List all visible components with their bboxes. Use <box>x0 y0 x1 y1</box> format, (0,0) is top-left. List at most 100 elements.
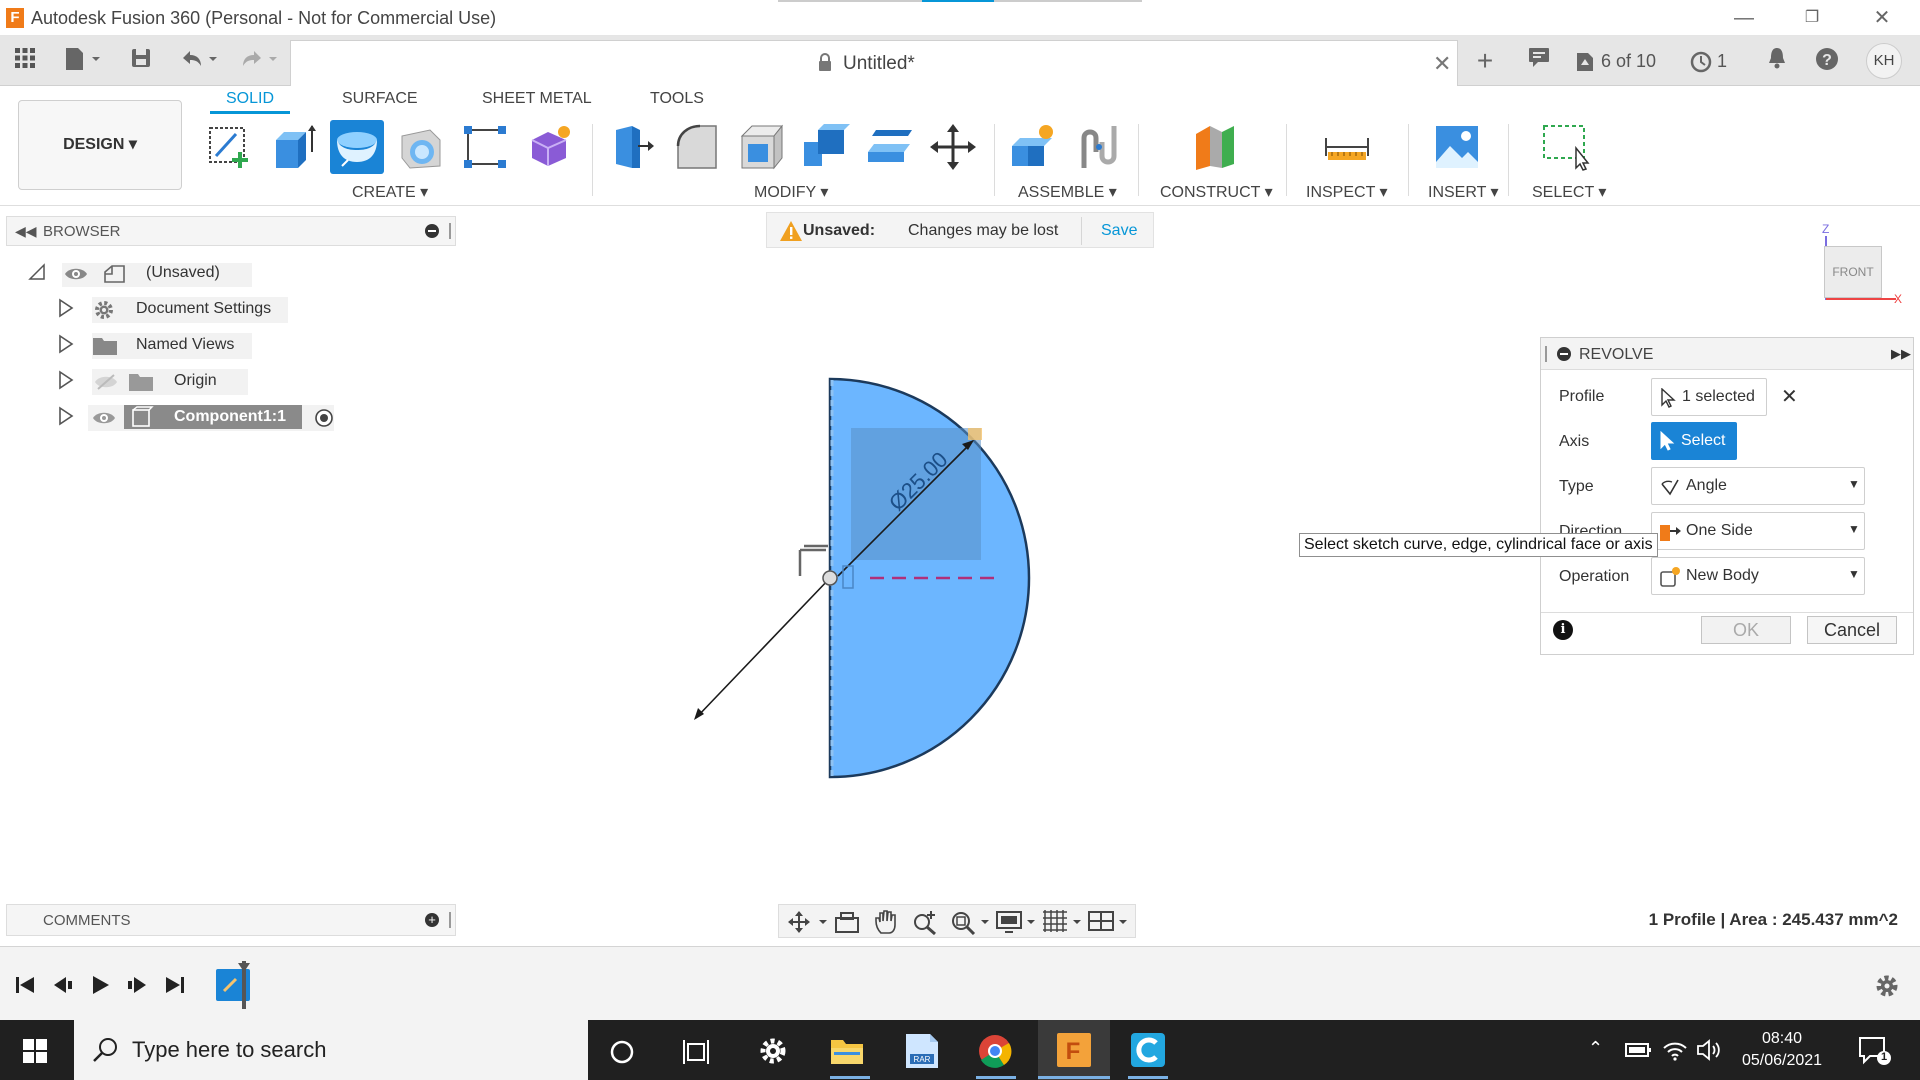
select-group-label[interactable]: SELECT ▾ <box>1532 182 1606 202</box>
move-icon[interactable] <box>928 122 978 172</box>
inspect-group-label[interactable]: INSPECT ▾ <box>1306 182 1388 202</box>
panel-drag-handle[interactable] <box>449 912 451 928</box>
job-status[interactable]: 6 of 10 <box>1574 46 1664 76</box>
task-view-icon[interactable] <box>682 1038 710 1066</box>
close-window-button[interactable]: ✕ <box>1854 2 1910 34</box>
shell-icon[interactable] <box>736 122 786 172</box>
panel-drag-handle[interactable] <box>449 223 451 239</box>
measure-icon[interactable] <box>1322 122 1372 172</box>
timeline-sketch-feature-icon[interactable] <box>212 961 256 1009</box>
wifi-icon[interactable] <box>1662 1038 1688 1062</box>
apps-grid-icon[interactable] <box>10 46 40 76</box>
grid-settings-icon[interactable] <box>1041 909 1085 935</box>
winrar-icon[interactable]: RAR <box>904 1032 940 1070</box>
orbit-icon[interactable] <box>787 910 831 934</box>
cortana-icon[interactable] <box>608 1038 636 1066</box>
sweep-icon[interactable] <box>396 122 446 172</box>
browser-item-document-settings[interactable]: Document Settings <box>20 294 290 323</box>
volume-icon[interactable] <box>1696 1038 1724 1062</box>
taskbar-search-box[interactable]: Type here to search <box>74 1020 588 1080</box>
minimize-button[interactable]: — <box>1716 2 1772 34</box>
notice-save-link[interactable]: Save <box>1101 222 1137 240</box>
look-at-icon[interactable] <box>833 910 861 934</box>
comments-panel[interactable]: COMMENTS + <box>6 904 456 936</box>
offset-face-icon[interactable] <box>864 122 914 172</box>
expand-triangle-icon[interactable] <box>58 334 74 359</box>
notifications-bell-icon[interactable] <box>1762 46 1792 76</box>
collapse-triangle-icon[interactable] <box>28 263 46 286</box>
restore-button[interactable]: ❐ <box>1784 2 1840 34</box>
pan-hand-icon[interactable] <box>873 909 901 935</box>
viewports-icon[interactable] <box>1087 909 1131 935</box>
history-clock[interactable]: 1 <box>1690 46 1734 76</box>
document-tab[interactable]: Untitled* ✕ <box>290 40 1458 86</box>
create-sketch-icon[interactable] <box>204 122 254 172</box>
activate-radio-icon[interactable] <box>314 408 334 433</box>
clear-profile-icon[interactable]: ✕ <box>1781 384 1798 409</box>
timeline-last-icon[interactable] <box>164 975 186 995</box>
insert-image-icon[interactable] <box>1432 122 1482 172</box>
help-icon[interactable]: ? <box>1812 46 1842 76</box>
visibility-eye-icon[interactable] <box>64 265 88 288</box>
close-tab-icon[interactable]: ✕ <box>1433 51 1451 77</box>
tab-sheet-metal[interactable]: SHEET METAL <box>482 90 592 108</box>
expand-triangle-icon[interactable] <box>58 298 74 323</box>
taskbar-clock[interactable]: 08:40 05/06/2021 <box>1736 1028 1828 1072</box>
timeline-play-icon[interactable] <box>90 975 112 995</box>
ok-button[interactable]: OK <box>1701 616 1791 644</box>
fusion-360-taskbar-icon[interactable]: F <box>1056 1032 1092 1068</box>
press-pull-icon[interactable] <box>608 122 658 172</box>
insert-group-label[interactable]: INSERT ▾ <box>1428 182 1499 202</box>
hidden-eye-icon[interactable] <box>94 373 118 396</box>
dialog-drag-handle[interactable] <box>1545 346 1547 362</box>
assemble-group-label[interactable]: ASSEMBLE ▾ <box>1018 182 1117 202</box>
tab-tools[interactable]: TOOLS <box>650 90 704 108</box>
browser-item-origin[interactable]: Origin <box>20 366 250 396</box>
browser-item-component[interactable]: Component1:1 <box>20 402 350 433</box>
profile-selector[interactable]: 1 selected <box>1651 378 1767 416</box>
cancel-button[interactable]: Cancel <box>1807 616 1897 644</box>
save-icon[interactable] <box>126 46 156 76</box>
timeline-next-icon[interactable] <box>126 975 148 995</box>
axis-select-button[interactable]: Select <box>1651 422 1737 460</box>
design-workspace-button[interactable]: DESIGN ▾ <box>18 100 182 190</box>
browser-panel-header[interactable]: ◀◀ BROWSER <box>6 216 456 246</box>
new-component-icon[interactable] <box>1008 122 1058 172</box>
direction-dropdown[interactable]: One Side ▼ <box>1651 512 1865 550</box>
revolve-header[interactable]: REVOLVE ▶▶ <box>1541 338 1913 370</box>
user-avatar[interactable]: KH <box>1866 43 1902 79</box>
construct-group-label[interactable]: CONSTRUCT ▾ <box>1160 182 1273 202</box>
form-icon[interactable] <box>524 122 574 172</box>
browser-item-named-views[interactable]: Named Views <box>20 330 260 359</box>
add-comment-icon[interactable]: + <box>425 913 439 927</box>
revolve-icon[interactable] <box>330 120 384 174</box>
select-window-icon[interactable] <box>1540 122 1590 172</box>
modify-group-label[interactable]: MODIFY ▾ <box>754 182 828 202</box>
c-app-icon[interactable] <box>1130 1032 1166 1068</box>
redo-icon[interactable] <box>236 46 282 76</box>
canvas-sketch[interactable]: Ø25.00 <box>640 340 1100 800</box>
visibility-eye-icon[interactable] <box>92 409 116 432</box>
offset-plane-icon[interactable] <box>1190 122 1240 172</box>
extrude-icon[interactable] <box>268 122 318 172</box>
create-group-label[interactable]: CREATE ▾ <box>352 182 428 202</box>
sketch-point[interactable] <box>822 570 838 586</box>
expand-triangle-icon[interactable] <box>58 406 74 431</box>
settings-gear-icon[interactable] <box>758 1036 788 1066</box>
battery-icon[interactable] <box>1624 1040 1652 1060</box>
file-menu-icon[interactable] <box>60 46 104 76</box>
loft-icon[interactable] <box>460 122 510 172</box>
windows-start-icon[interactable] <box>22 1038 48 1064</box>
dialog-minimize-icon[interactable] <box>1557 347 1571 361</box>
combine-icon[interactable] <box>800 122 850 172</box>
timeline-settings-gear-icon[interactable] <box>1874 973 1900 999</box>
browser-root[interactable]: (Unsaved) <box>20 258 252 288</box>
info-icon[interactable]: i <box>1553 620 1573 640</box>
undo-icon[interactable] <box>176 46 222 76</box>
display-settings-icon[interactable] <box>995 909 1039 935</box>
joint-icon[interactable] <box>1074 122 1124 172</box>
file-explorer-icon[interactable] <box>830 1036 864 1066</box>
fit-icon[interactable] <box>949 909 993 935</box>
tab-solid[interactable]: SOLID <box>226 90 274 108</box>
tray-chevron-up-icon[interactable]: ⌃ <box>1588 1038 1603 1059</box>
